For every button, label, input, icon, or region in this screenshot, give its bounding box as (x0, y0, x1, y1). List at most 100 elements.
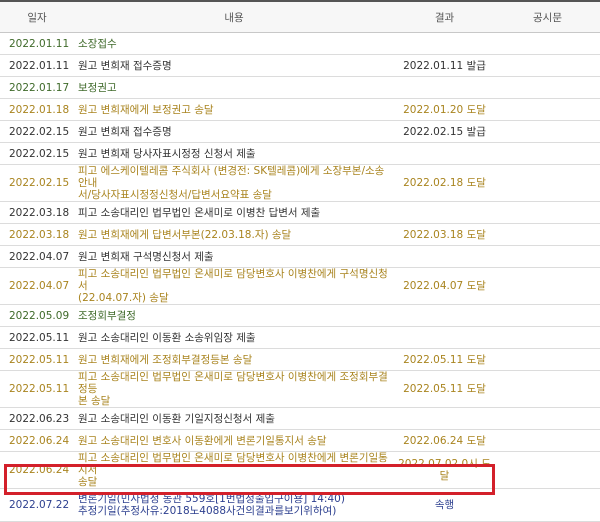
row-content-line: 피고 소송대리인 법무법인 온새미로 이병찬 답변서 제출 (78, 206, 321, 219)
row-result (394, 142, 495, 165)
row-content-line: 피고 소송대리인 법무법인 온새미로 담당변호사 이병찬에게 변론기일통지서 (78, 452, 388, 476)
row-date: 2022.02.15 (0, 120, 74, 143)
row-notice (495, 54, 600, 77)
row-content-line: 소장접수 (78, 37, 117, 50)
table-row: 2022.07.22 변론기일(민사법정 동관 559호[1번법정출입구이용] … (0, 488, 600, 522)
row-content-line: 원고 변희재에게 조정회부결정등본 송달 (78, 353, 253, 366)
row-result: 2022.02.18 도달 (394, 164, 495, 202)
row-date: 2022.05.11 (0, 370, 74, 408)
column-header-date: 일자 (0, 0, 74, 33)
row-notice (495, 304, 600, 327)
row-content: 원고 소송대리인 변호사 이동환에게 변론기일통지서 송달 (74, 429, 394, 452)
row-content-line: 피고 소송대리인 법무법인 온새미로 담당변호사 이병찬에게 구석명신청서 (78, 268, 388, 292)
row-content-line: (22.04.07.자) 송달 (78, 292, 169, 304)
row-content-line: 원고 변희재 당사자표시정정 신청서 제출 (78, 147, 256, 160)
row-notice (495, 76, 600, 99)
row-content-line: 원고 소송대리인 이동환 소송위임장 제출 (78, 331, 256, 344)
table-row: 2022.05.11 피고 소송대리인 법무법인 온새미로 담당변호사 이병찬에… (0, 370, 600, 408)
row-content-line: 원고 소송대리인 변호사 이동환에게 변론기일통지서 송달 (78, 434, 327, 447)
row-date: 2022.05.09 (0, 304, 74, 327)
row-date: 2022.04.07 (0, 245, 74, 268)
row-result: 2022.01.20 도달 (394, 98, 495, 121)
row-notice (495, 370, 600, 408)
row-notice (495, 326, 600, 349)
table-row: 2022.02.15 원고 변희재 당사자표시정정 신청서 제출 (0, 142, 600, 165)
row-content: 피고 소송대리인 법무법인 온새미로 담당변호사 이병찬에게 변론기일통지서 송달 (74, 451, 394, 489)
row-result: 2022.05.11 도달 (394, 370, 495, 408)
row-content: 피고 에스케이텔레콤 주식회사 (변경전: SK텔레콤)에게 소장부본/소송안내… (74, 164, 394, 202)
table-row: 2022.04.07 피고 소송대리인 법무법인 온새미로 담당변호사 이병찬에… (0, 267, 600, 305)
row-date: 2022.01.11 (0, 32, 74, 55)
row-content: 원고 변희재 접수증명 (74, 54, 394, 77)
row-content: 피고 소송대리인 법무법인 온새미로 담당변호사 이병찬에게 구석명신청서 (22… (74, 267, 394, 305)
row-date: 2022.06.23 (0, 407, 74, 430)
row-date: 2022.01.11 (0, 54, 74, 77)
row-notice (495, 267, 600, 305)
row-result: 속행 (394, 488, 495, 522)
row-notice (495, 429, 600, 452)
row-date: 2022.06.24 (0, 429, 74, 452)
row-content: 원고 변희재에게 답변서부본(22.03.18.자) 송달 (74, 223, 394, 246)
row-date: 2022.01.17 (0, 76, 74, 99)
row-content-line: 송달 (78, 476, 98, 488)
row-result (394, 304, 495, 327)
row-content: 원고 소송대리인 이동환 기일지정신청서 제출 (74, 407, 394, 430)
row-date: 2022.06.24 (0, 451, 74, 489)
row-content: 원고 소송대리인 이동환 소송위임장 제출 (74, 326, 394, 349)
row-result: 2022.02.15 발급 (394, 120, 495, 143)
row-date: 2022.05.11 (0, 348, 74, 371)
row-date: 2022.01.18 (0, 98, 74, 121)
table-row: 2022.01.11 원고 변희재 접수증명 2022.01.11 발급 (0, 54, 600, 77)
row-content-line: 추정기일(추정사유:2018노4088사건의결과를보기위하여) (78, 505, 337, 517)
row-notice (495, 32, 600, 55)
table-row: 2022.02.15 피고 에스케이텔레콤 주식회사 (변경전: SK텔레콤)에… (0, 164, 600, 202)
row-content-line: 원고 소송대리인 이동환 기일지정신청서 제출 (78, 412, 275, 425)
row-notice (495, 223, 600, 246)
row-date: 2022.03.18 (0, 201, 74, 224)
column-header-result: 결과 (394, 0, 495, 33)
row-result: 2022.01.11 발급 (394, 54, 495, 77)
table-row: 2022.01.17 보정권고 (0, 76, 600, 99)
row-result: 2022.06.24 도달 (394, 429, 495, 452)
table-row: 2022.01.11 소장접수 (0, 32, 600, 55)
row-content-line: 원고 변희재 접수증명 (78, 125, 172, 138)
row-content-line: 피고 에스케이텔레콤 주식회사 (변경전: SK텔레콤)에게 소장부본/소송안내 (78, 165, 385, 189)
row-date: 2022.04.07 (0, 267, 74, 305)
column-header-notice: 공시문 (495, 0, 600, 33)
row-result: 2022.03.18 도달 (394, 223, 495, 246)
row-date: 2022.05.11 (0, 326, 74, 349)
row-result (394, 245, 495, 268)
row-content: 원고 변희재에게 보정권고 송달 (74, 98, 394, 121)
row-notice (495, 201, 600, 224)
row-content: 조정회부결정 (74, 304, 394, 327)
row-content: 피고 소송대리인 법무법인 온새미로 이병찬 답변서 제출 (74, 201, 394, 224)
row-date: 2022.02.15 (0, 142, 74, 165)
table-row: 2022.06.24 피고 소송대리인 법무법인 온새미로 담당변호사 이병찬에… (0, 451, 600, 489)
row-content: 원고 변희재 접수증명 (74, 120, 394, 143)
row-content-line: 본 송달 (78, 395, 111, 407)
row-content: 원고 변희재 당사자표시정정 신청서 제출 (74, 142, 394, 165)
table-row: 2022.05.11 원고 소송대리인 이동환 소송위임장 제출 (0, 326, 600, 349)
row-content: 피고 소송대리인 법무법인 온새미로 담당변호사 이병찬에게 조정회부결정등 본 … (74, 370, 394, 408)
row-notice (495, 98, 600, 121)
row-notice (495, 245, 600, 268)
row-notice (495, 348, 600, 371)
row-content-line: 원고 변희재에게 답변서부본(22.03.18.자) 송달 (78, 228, 292, 241)
row-content-line: 피고 소송대리인 법무법인 온새미로 담당변호사 이병찬에게 조정회부결정등 (78, 371, 388, 395)
row-content-line: 원고 변희재에게 보정권고 송달 (78, 103, 214, 116)
table-row: 2022.05.11 원고 변희재에게 조정회부결정등본 송달 2022.05.… (0, 348, 600, 371)
row-result (394, 326, 495, 349)
row-notice (495, 164, 600, 202)
row-result: 2022.05.11 도달 (394, 348, 495, 371)
row-result: 2022.07.02 0시 도달 (394, 451, 495, 489)
case-progress-panel: 일자 내용 결과 공시문 2022.01.11 소장접수 2022.01.11 … (0, 0, 600, 522)
row-content: 원고 변희재 구석명신청서 제출 (74, 245, 394, 268)
row-date: 2022.03.18 (0, 223, 74, 246)
row-notice (495, 120, 600, 143)
row-content: 원고 변희재에게 조정회부결정등본 송달 (74, 348, 394, 371)
row-notice (495, 407, 600, 430)
row-content-line: 서/당사자표시정정신청서/답변서요약표 송달 (78, 189, 272, 201)
row-result (394, 407, 495, 430)
table-row: 2022.01.18 원고 변희재에게 보정권고 송달 2022.01.20 도… (0, 98, 600, 121)
case-history-table: 일자 내용 결과 공시문 2022.01.11 소장접수 2022.01.11 … (0, 0, 600, 522)
